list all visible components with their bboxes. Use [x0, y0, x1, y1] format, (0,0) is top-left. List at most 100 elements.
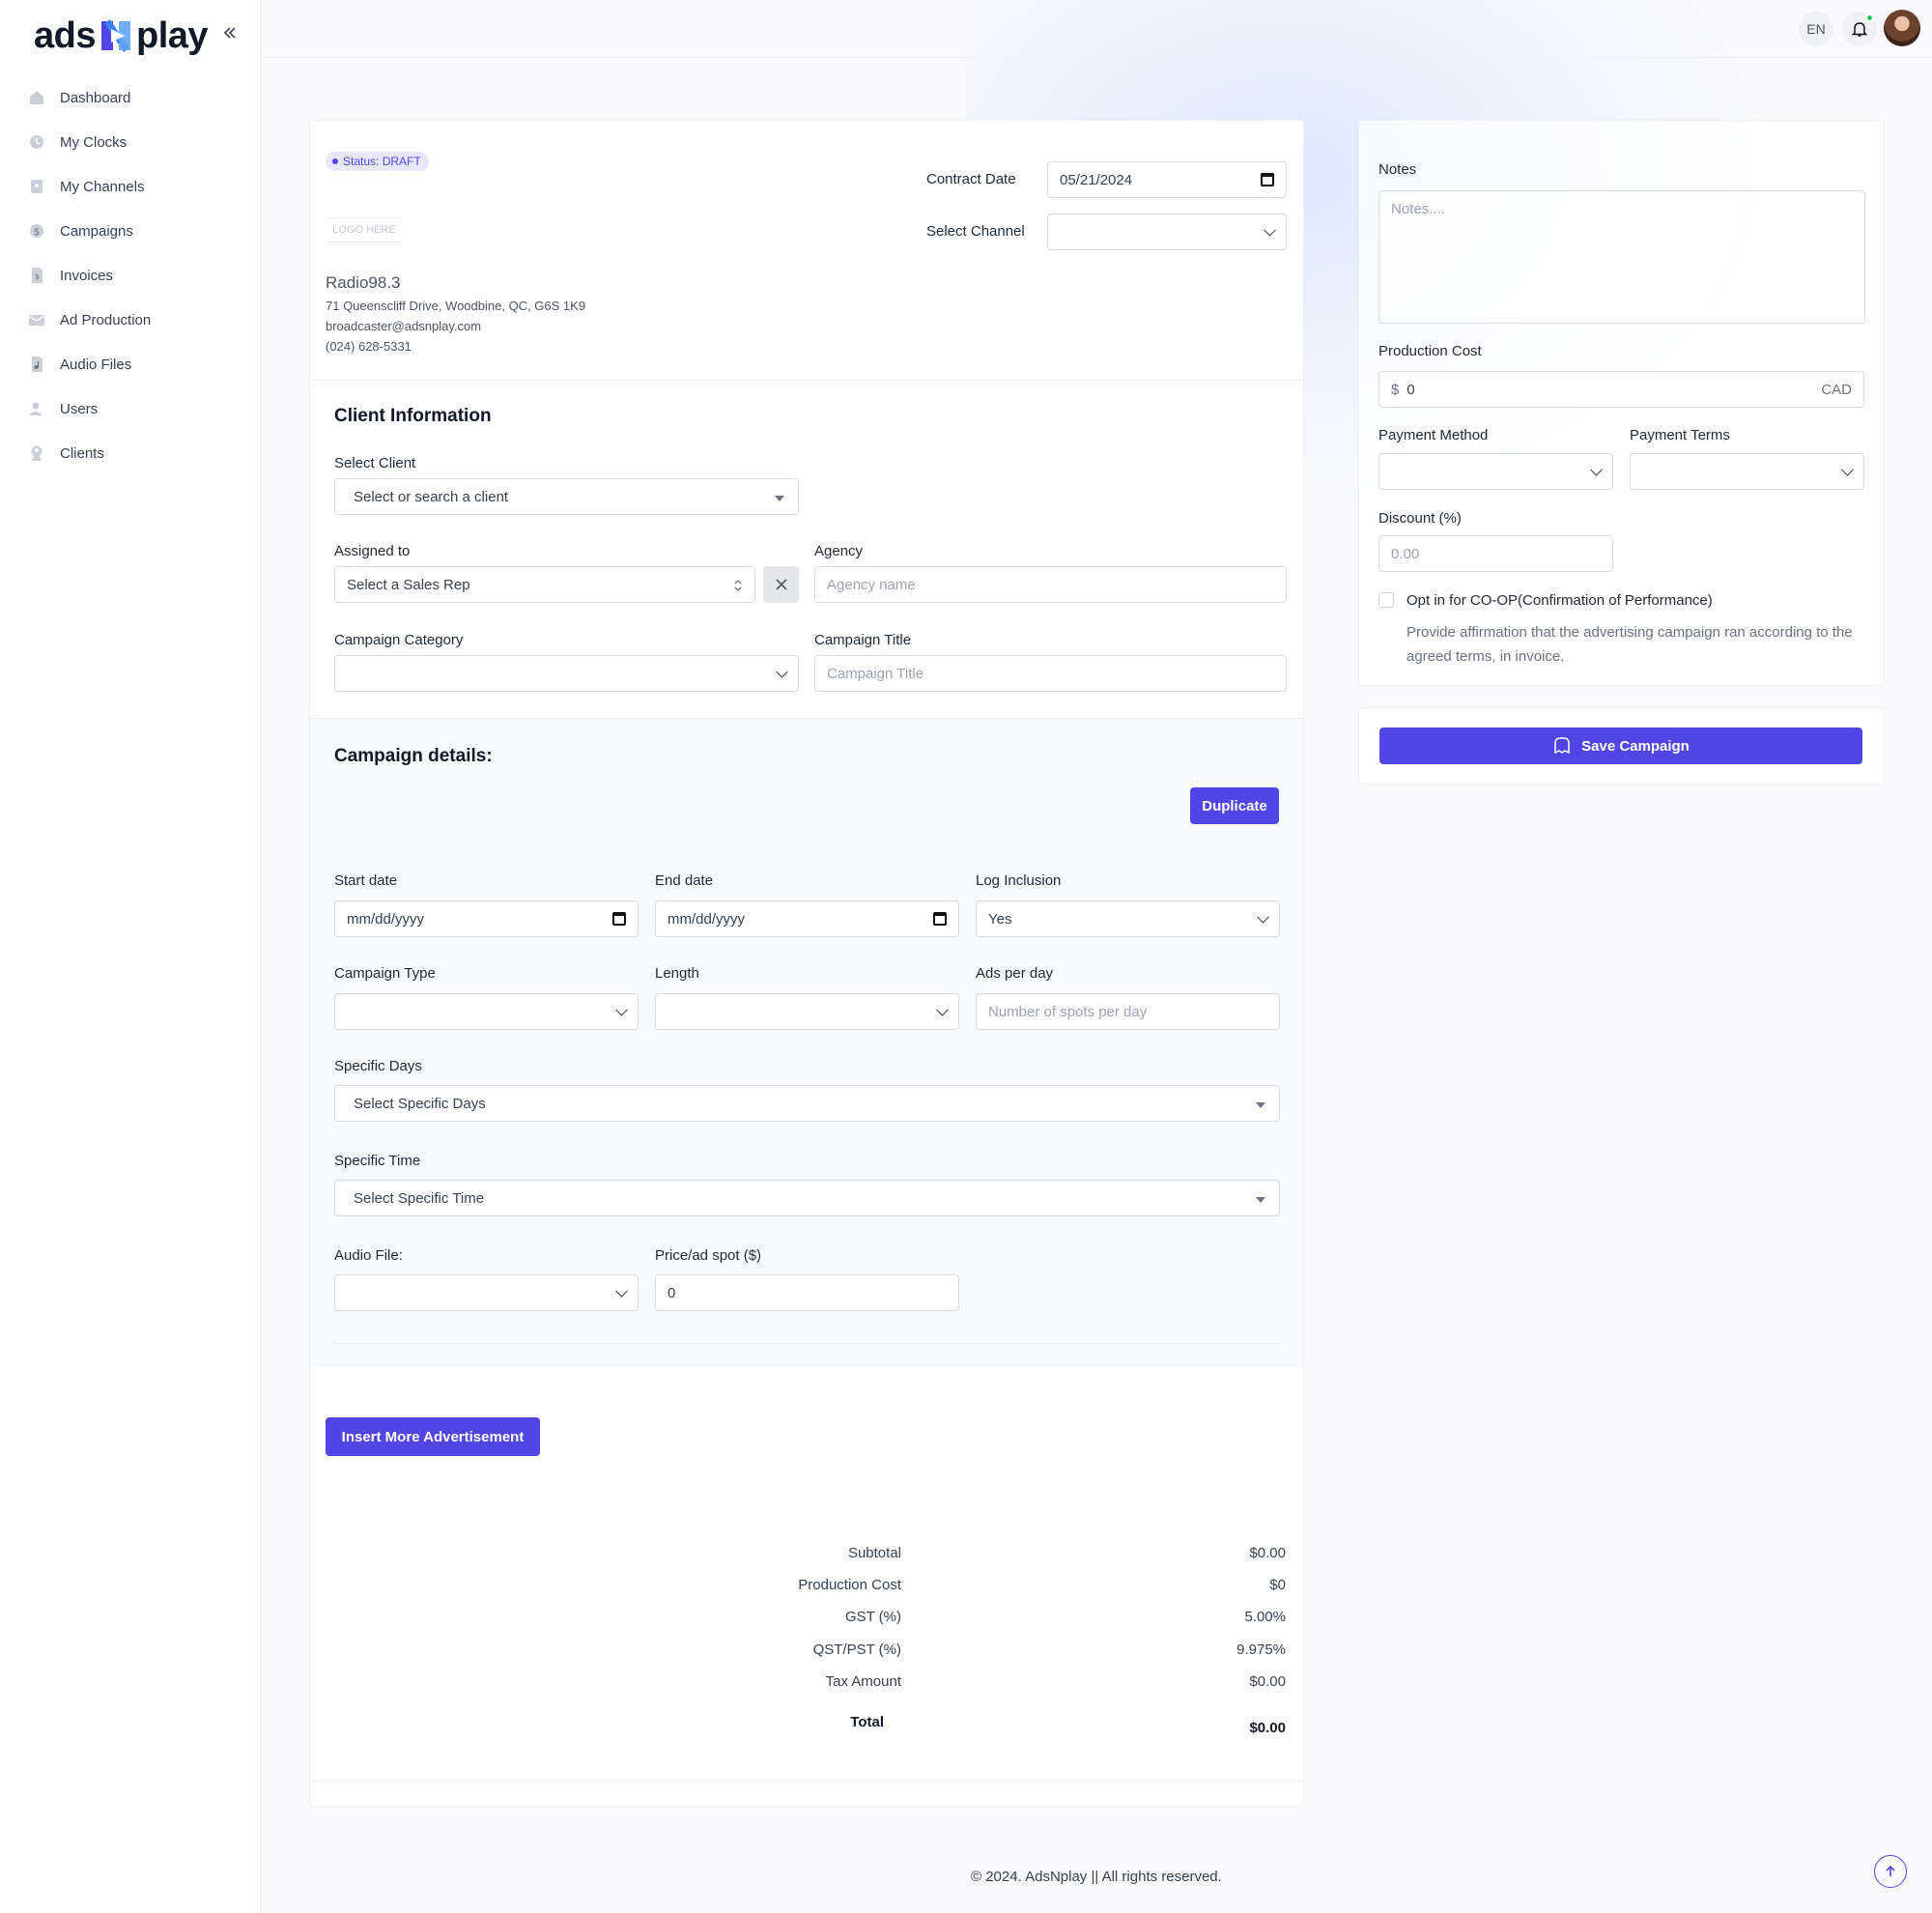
start-date-input[interactable]: mm/dd/yyyy: [334, 900, 639, 937]
assigned-to-label: Assigned to: [334, 543, 411, 559]
length-dropdown[interactable]: [655, 993, 959, 1030]
org-email: broadcaster@adsnplay.com: [326, 319, 482, 333]
payment-terms-dropdown[interactable]: [1630, 453, 1864, 490]
start-date-placeholder: mm/dd/yyyy: [347, 910, 425, 928]
sidebar-item-my-clocks[interactable]: My Clocks: [0, 120, 261, 164]
notification-bell-icon[interactable]: [1842, 12, 1877, 46]
sidebar-item-label: Campaigns: [60, 222, 133, 240]
arrow-up-icon: [1886, 1865, 1895, 1876]
section-divider: [334, 1343, 1280, 1344]
status-badge: Status: DRAFT: [326, 152, 429, 171]
subtotal-row: Subtotal $0.00: [696, 1545, 1286, 1568]
audio-file-icon: [27, 355, 46, 374]
chevron-down-icon: [1841, 463, 1854, 476]
specific-time-placeholder: Select Specific Time: [354, 1189, 485, 1207]
org-address: 71 Queenscliff Drive, Woodbine, QC, G6S …: [326, 299, 586, 313]
duplicate-button[interactable]: Duplicate: [1190, 787, 1279, 824]
select-channel-dropdown[interactable]: [1047, 214, 1287, 250]
language-switcher[interactable]: EN: [1799, 12, 1833, 46]
campaign-category-dropdown[interactable]: [334, 655, 799, 692]
sidebar-item-label: My Channels: [60, 178, 145, 195]
chevron-down-icon: [776, 665, 788, 678]
tax-amount-value: $0.00: [1249, 1673, 1286, 1690]
payment-method-dropdown[interactable]: [1378, 453, 1613, 490]
specific-days-select[interactable]: Select Specific Days: [334, 1085, 1280, 1122]
notes-textarea[interactable]: Notes....: [1378, 190, 1865, 324]
tax-amount-label: Tax Amount: [825, 1673, 901, 1690]
specific-days-label: Specific Days: [334, 1058, 422, 1074]
coop-checkbox[interactable]: [1378, 592, 1394, 608]
agency-input[interactable]: Agency name: [814, 566, 1287, 603]
campaign-category-label: Campaign Category: [334, 632, 464, 648]
ads-per-day-input[interactable]: Number of spots per day: [976, 993, 1280, 1030]
campaign-details-section: [310, 718, 1303, 1367]
clear-sales-rep-button[interactable]: [763, 566, 799, 603]
insert-more-advertisement-button[interactable]: Insert More Advertisement: [326, 1417, 540, 1456]
select-client-dropdown[interactable]: Select or search a client: [334, 478, 799, 515]
home-icon: [27, 88, 46, 107]
brand-logo[interactable]: ads play: [34, 12, 209, 60]
discount-input[interactable]: 0.00: [1378, 535, 1613, 572]
client-info-title: Client Information: [334, 406, 492, 426]
scroll-to-top-button[interactable]: [1874, 1855, 1907, 1888]
specific-time-select[interactable]: Select Specific Time: [334, 1180, 1280, 1216]
specific-days-placeholder: Select Specific Days: [354, 1095, 486, 1112]
calendar-icon[interactable]: [612, 912, 626, 926]
specific-time-label: Specific Time: [334, 1153, 421, 1169]
contract-date-input[interactable]: 05/21/2024: [1047, 161, 1287, 198]
logo-text-right: play: [135, 14, 209, 56]
sidebar-item-users[interactable]: Users: [0, 386, 261, 431]
production-cost-label: Production Cost: [1378, 343, 1482, 359]
chevron-down-icon: [1264, 223, 1276, 237]
sidebar-item-my-channels[interactable]: My Channels: [0, 164, 261, 209]
org-phone: (024) 628-5331: [326, 339, 412, 354]
gst-label: GST (%): [844, 1609, 901, 1625]
section-divider: [310, 380, 1303, 381]
clock-icon: [27, 132, 46, 152]
sidebar-item-audio-files[interactable]: Audio Files: [0, 342, 261, 386]
chevron-down-icon: [936, 1003, 949, 1016]
sidebar-item-label: Audio Files: [60, 356, 132, 373]
select-client-placeholder: Select or search a client: [354, 488, 509, 505]
notes-label: Notes: [1378, 161, 1417, 178]
sidebar-item-clients[interactable]: Clients: [0, 431, 261, 475]
caret-down-icon: [1256, 1197, 1265, 1203]
sidebar-item-label: Clients: [60, 444, 104, 462]
audio-file-dropdown[interactable]: [334, 1274, 639, 1311]
sidebar: ads play Dashboard My Clocks My Channels: [0, 0, 262, 1913]
sales-rep-select[interactable]: Select a Sales Rep: [334, 566, 755, 603]
sidebar-item-ad-production[interactable]: Ad Production: [0, 298, 261, 342]
price-input[interactable]: 0: [655, 1274, 959, 1311]
logo-placeholder: LOGO HERE: [326, 217, 403, 243]
total-row: Total $0.00: [696, 1714, 1286, 1737]
sidebar-item-label: Invoices: [60, 267, 114, 284]
production-cost-input[interactable]: $ 0 CAD: [1378, 371, 1864, 408]
sidebar-nav: Dashboard My Clocks My Channels $ Campai…: [0, 75, 261, 475]
org-name: Radio98.3: [326, 273, 401, 292]
campaign-title-input[interactable]: Campaign Title: [814, 655, 1287, 692]
sidebar-item-label: Ad Production: [60, 311, 152, 328]
log-inclusion-dropdown[interactable]: Yes: [976, 900, 1280, 937]
end-date-input[interactable]: mm/dd/yyyy: [655, 900, 959, 937]
gst-row: GST (%) 5.00%: [696, 1609, 1286, 1632]
mail-icon: [27, 310, 46, 329]
logo-n-icon: [98, 15, 134, 56]
sidebar-item-dashboard[interactable]: Dashboard: [0, 75, 261, 120]
collapse-sidebar-icon[interactable]: [220, 23, 240, 43]
close-icon: [775, 579, 787, 590]
sidebar-item-campaigns[interactable]: $ Campaigns: [0, 209, 261, 253]
qst-value: 9.975%: [1236, 1642, 1286, 1658]
calendar-icon[interactable]: [1261, 173, 1274, 186]
select-client-label: Select Client: [334, 455, 416, 471]
production-cost-value: 0: [1406, 381, 1415, 398]
notes-placeholder: Notes....: [1391, 201, 1445, 217]
sidebar-item-invoices[interactable]: $ Invoices: [0, 253, 261, 298]
save-campaign-button[interactable]: Save Campaign: [1379, 728, 1862, 764]
user-avatar[interactable]: [1884, 10, 1920, 46]
campaign-form-card: Status: DRAFT LOGO HERE Radio98.3 71 Que…: [309, 120, 1304, 1807]
save-card: Save Campaign: [1358, 707, 1885, 785]
notification-dot: [1865, 14, 1874, 22]
chevron-down-icon: [615, 1003, 628, 1016]
calendar-icon[interactable]: [933, 912, 947, 926]
campaign-type-dropdown[interactable]: [334, 993, 639, 1030]
